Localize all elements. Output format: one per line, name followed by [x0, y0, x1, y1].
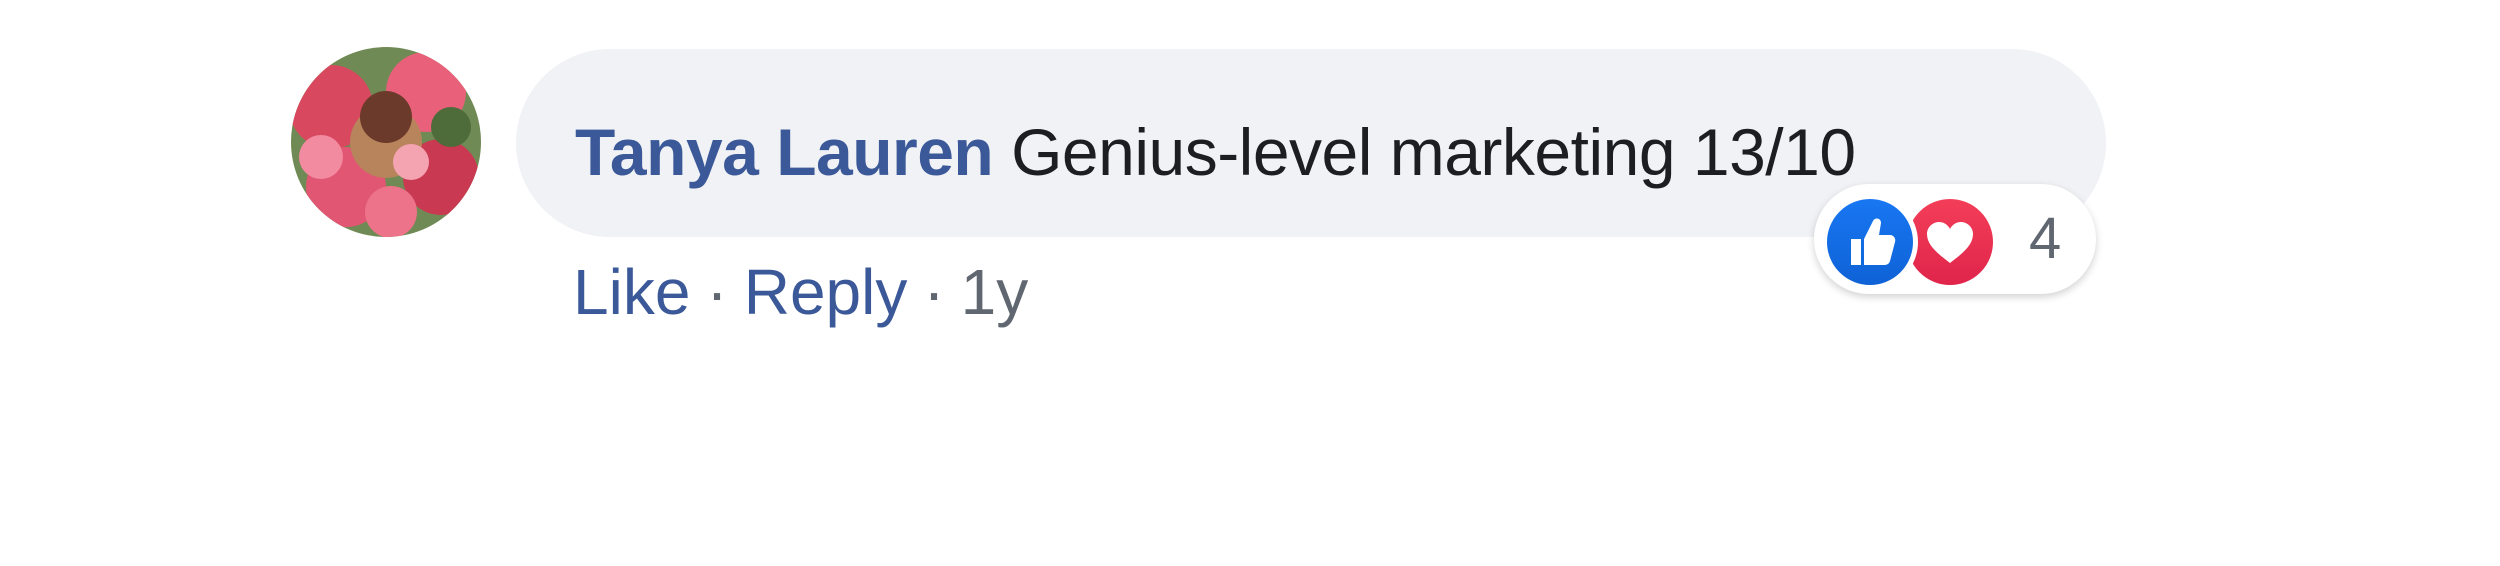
like-button[interactable]: Like [573, 256, 690, 328]
comment-text: Genius-level marketing 13/10 [1011, 115, 1856, 189]
comment: Tanya Lauren Genius-level marketing 13/1… [0, 0, 2500, 566]
reaction-count: 4 [2029, 206, 2062, 271]
separator-dot: · [706, 256, 728, 328]
reply-button[interactable]: Reply [744, 256, 908, 328]
avatar-photo-icon [291, 47, 481, 237]
reactions-summary[interactable]: 4 [1814, 184, 2096, 294]
like-icon [1822, 194, 1918, 290]
avatar[interactable] [291, 47, 481, 237]
separator-dot: · [923, 256, 945, 328]
comment-line: Tanya Lauren Genius-level marketing 13/1… [575, 112, 1856, 192]
timestamp-link[interactable]: 1y [961, 256, 1029, 328]
author-name-link[interactable]: Tanya Lauren [575, 115, 994, 189]
comment-actions: Like · Reply · 1y [573, 252, 1028, 332]
